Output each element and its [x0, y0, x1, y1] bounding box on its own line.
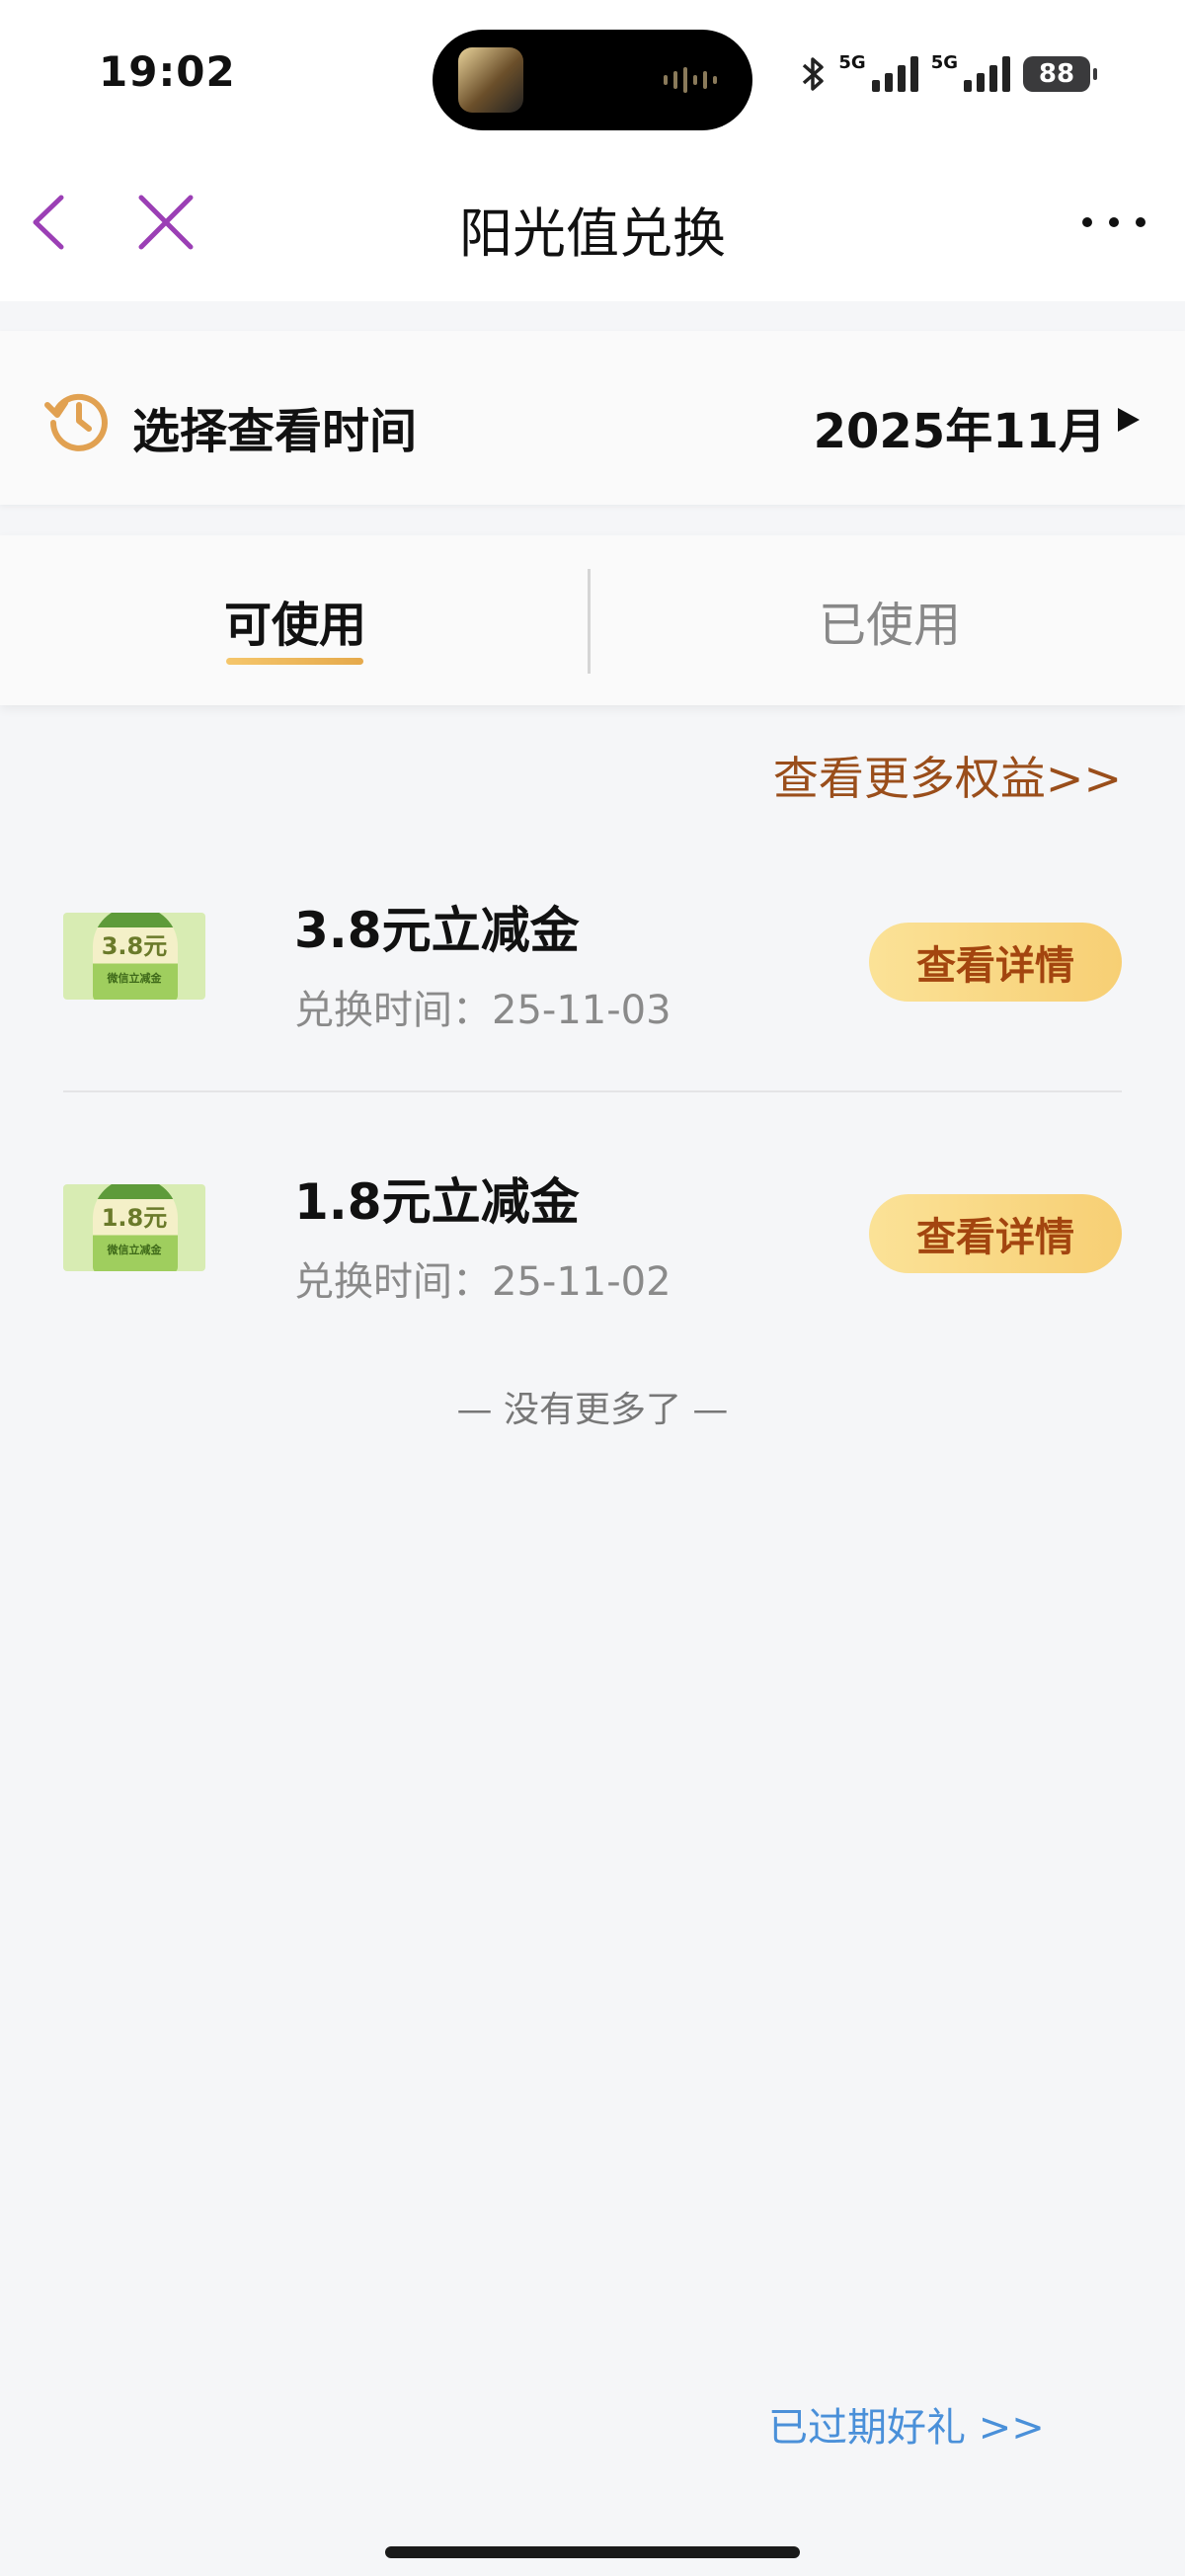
voucher-image-caption: 微信立减金	[107, 972, 162, 985]
voucher-image: 1.8元 微信立减金	[63, 1184, 205, 1271]
signal-icon	[871, 56, 919, 92]
voucher-title: 1.8元立减金	[294, 1173, 580, 1231]
view-details-button[interactable]: 查看详情	[869, 923, 1122, 1002]
triangle-right-icon	[1118, 408, 1140, 432]
tab-used[interactable]: 已使用	[594, 535, 1185, 705]
history-icon	[44, 393, 108, 451]
battery-icon: 88	[1023, 56, 1097, 92]
voucher-time: 兑换时间：25-11-02	[294, 1259, 672, 1305]
audio-wave-icon	[664, 67, 717, 93]
voucher-image-amount: 3.8元	[101, 932, 168, 960]
status-icons: 5G 5G 88	[801, 49, 1097, 99]
voucher-item: 3.8元 微信立减金 3.8元立减金 兑换时间：25-11-03 查看详情	[63, 869, 1122, 1087]
network-type-2: 5G	[930, 51, 958, 73]
nav-bar: 阳光值兑换	[0, 148, 1185, 301]
voucher-title: 3.8元立减金	[294, 902, 580, 959]
list-end-text: — 没有更多了 —	[456, 1390, 729, 1430]
more-icon[interactable]	[1082, 207, 1146, 237]
voucher-item: 1.8元 微信立减金 1.8元立减金 兑换时间：25-11-02 查看详情	[63, 1141, 1122, 1358]
tab-available[interactable]: 可使用	[0, 535, 591, 705]
home-indicator[interactable]	[385, 2546, 800, 2558]
signal-icon-2	[964, 56, 1011, 92]
active-tab-indicator	[226, 658, 363, 665]
status-bar: 19:02 5G 5G 88	[0, 0, 1185, 148]
time-selector-label: 选择查看时间	[132, 404, 418, 459]
time-selector-value: 2025年11月	[813, 404, 1106, 459]
voucher-image-caption: 微信立减金	[107, 1244, 162, 1256]
time-selector[interactable]: 选择查看时间 2025年11月	[0, 331, 1185, 505]
list-divider	[63, 1090, 1122, 1092]
voucher-time: 兑换时间：25-11-03	[294, 988, 672, 1033]
voucher-image-amount: 1.8元	[101, 1204, 168, 1232]
page: 19:02 5G 5G 88 阳光值兑换 选择查看时间 2025年11月 可使用…	[0, 0, 1185, 2576]
tab-bar: 可使用 已使用	[0, 535, 1185, 705]
view-details-button[interactable]: 查看详情	[869, 1194, 1122, 1273]
more-benefits-link[interactable]: 查看更多权益>>	[773, 743, 1122, 808]
now-playing-artwork	[458, 47, 523, 113]
voucher-image: 3.8元 微信立减金	[63, 913, 205, 1000]
expired-gifts-link[interactable]: 已过期好礼 >>	[768, 2395, 1045, 2453]
tab-divider	[588, 569, 591, 674]
page-title: 阳光值兑换	[459, 202, 726, 265]
bluetooth-icon	[801, 54, 827, 94]
status-time: 19:02	[99, 47, 236, 96]
network-type-1: 5G	[838, 51, 866, 73]
dynamic-island[interactable]	[433, 30, 752, 130]
